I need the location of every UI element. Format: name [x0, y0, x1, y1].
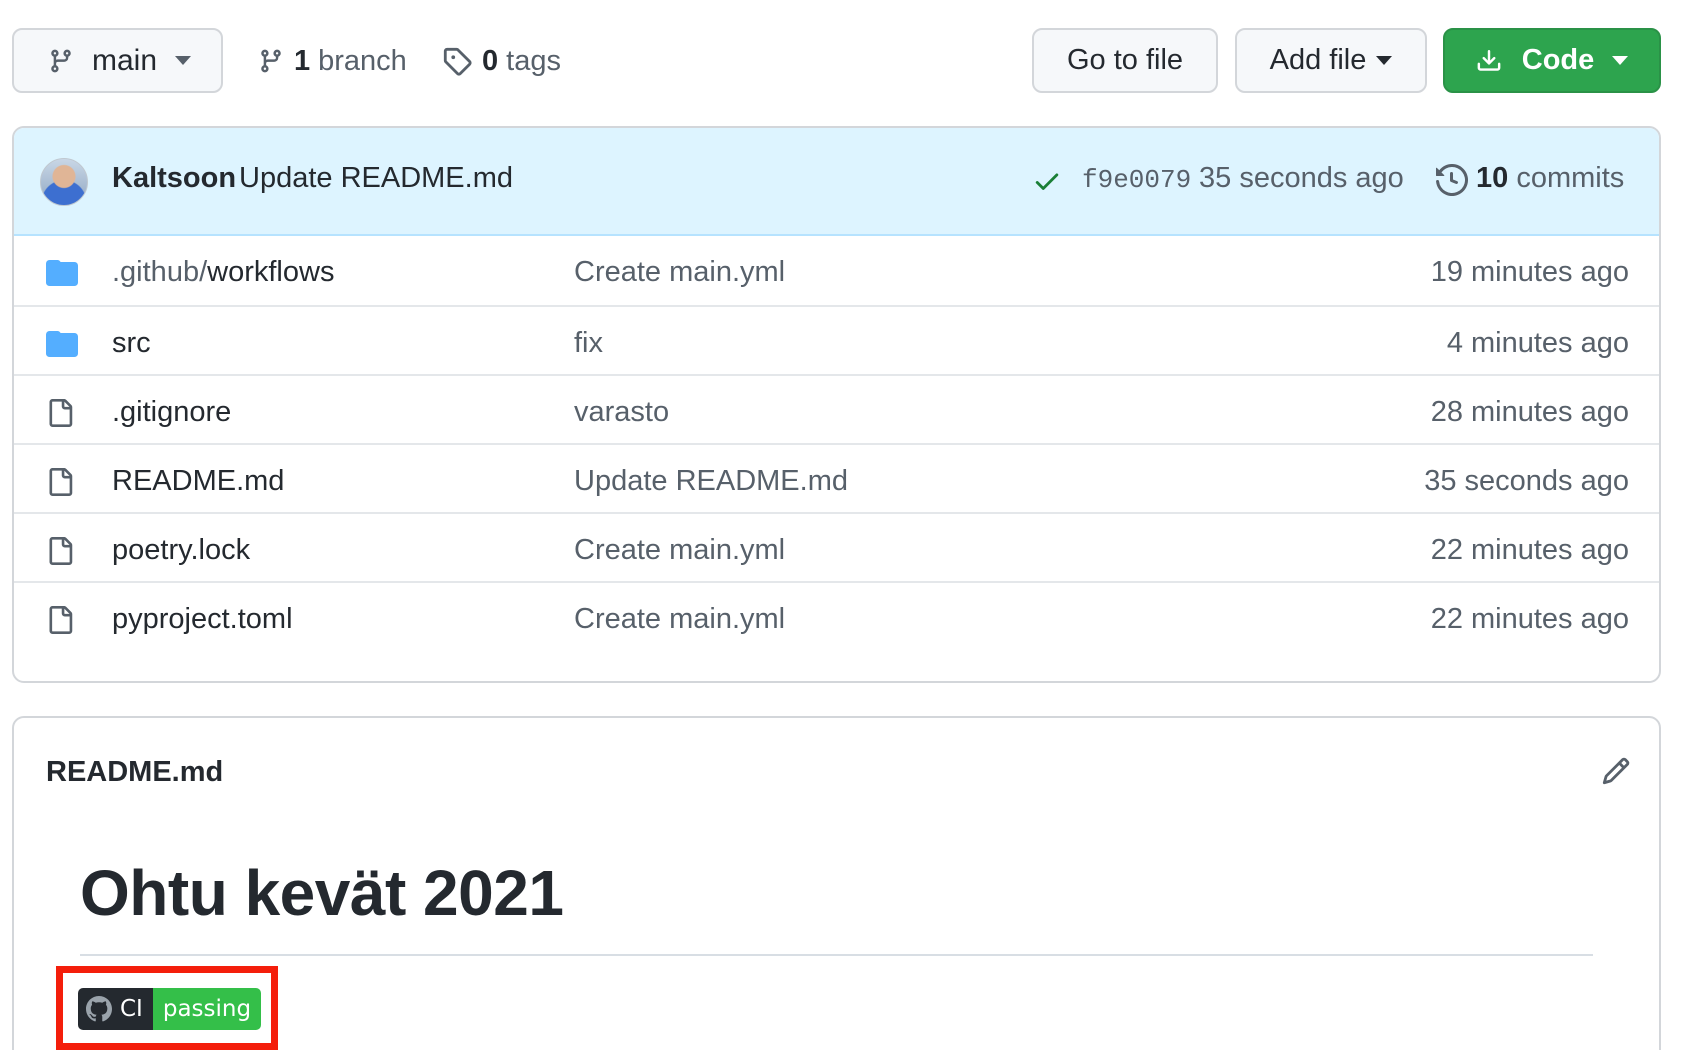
folder-icon-wrap: [46, 329, 78, 362]
file-row[interactable]: README.md Update README.md 35 seconds ago: [14, 443, 1659, 517]
pencil-icon[interactable]: [1601, 756, 1631, 786]
avatar[interactable]: [40, 158, 88, 206]
file-commit-message[interactable]: Update README.md: [574, 465, 848, 498]
caret-down-icon: [175, 56, 192, 65]
go-to-file-button[interactable]: Go to file: [1032, 28, 1218, 93]
file-icon: [49, 468, 73, 496]
branch-name: main: [92, 43, 158, 77]
file-commit-age: 19 minutes ago: [1430, 256, 1629, 288]
commits-link[interactable]: 10 commits: [1476, 162, 1624, 195]
file-name-link[interactable]: README.md: [112, 465, 284, 498]
file-icon-wrap: [46, 605, 74, 640]
file-icon-wrap: [46, 536, 74, 571]
heading-divider: [80, 954, 1593, 956]
badge-left: CI: [78, 988, 153, 1030]
badge-status: passing: [152, 988, 262, 1030]
branch-select-button[interactable]: main: [12, 28, 223, 93]
readme-filename: README.md: [46, 756, 224, 788]
ci-status-badge[interactable]: CI passing: [78, 988, 262, 1030]
file-row[interactable]: .github/workflows Create main.yml 19 minut…: [14, 236, 1659, 310]
tag-count: 0: [482, 44, 499, 77]
commit-time: 35 seconds ago: [1199, 162, 1404, 194]
file-name-link[interactable]: .gitignore: [112, 396, 231, 429]
file-row[interactable]: src fix 4 minutes ago: [14, 305, 1659, 379]
file-commit-age: 22 minutes ago: [1430, 603, 1629, 635]
tag-label: tags: [506, 44, 561, 77]
add-file-button[interactable]: Add file: [1235, 28, 1427, 93]
history-icon: [1436, 164, 1468, 196]
download-icon: [1477, 49, 1501, 71]
file-commit-age: 22 minutes ago: [1430, 534, 1629, 566]
git-branch-icon: [261, 49, 281, 73]
file-browser: Kaltsoon Update README.md f9e0079 35 sec…: [12, 126, 1661, 683]
code-label: Code: [1521, 44, 1595, 76]
commit-author[interactable]: Kaltsoon: [112, 162, 236, 195]
file-name-link[interactable]: poetry.lock: [112, 534, 250, 567]
go-to-file-label: Go to file: [1066, 44, 1184, 76]
file-icon: [49, 399, 73, 427]
file-icon-wrap: [46, 467, 74, 502]
caret-down-icon: [1376, 56, 1393, 65]
badge-workflow-name: CI: [120, 996, 143, 1022]
file-name: README.md: [112, 465, 285, 497]
commit-label: commits: [1516, 162, 1625, 194]
code-button[interactable]: Code: [1443, 28, 1661, 93]
caret-down-icon: [1612, 56, 1629, 65]
file-commit-message[interactable]: Create main.yml: [574, 603, 785, 636]
git-branch-icon: [51, 49, 71, 72]
github-icon: [86, 996, 112, 1022]
folder-icon: [46, 331, 78, 357]
commit-message[interactable]: Update README.md: [239, 162, 513, 195]
file-commit-message[interactable]: Create main.yml: [574, 534, 785, 567]
file-name-link[interactable]: src: [112, 327, 151, 360]
file-commit-age: 35 seconds ago: [1424, 465, 1629, 497]
add-file-label: Add file: [1269, 44, 1367, 76]
file-commit-age: 4 minutes ago: [1446, 327, 1629, 359]
file-row[interactable]: .gitignore varasto 28 minutes ago: [14, 374, 1659, 448]
file-row[interactable]: poetry.lock Create main.yml 22 minutes ago: [14, 512, 1659, 586]
file-icon-wrap: [46, 398, 74, 433]
file-name: pyproject.toml: [112, 603, 293, 635]
file-name-prefix: .github/: [112, 256, 208, 288]
check-icon[interactable]: [1032, 166, 1062, 196]
file-commit-message[interactable]: Create main.yml: [574, 256, 785, 289]
file-name: workflows: [207, 256, 335, 288]
file-name: poetry.lock: [112, 534, 251, 566]
file-icon: [49, 537, 73, 565]
file-name: src: [112, 327, 151, 359]
branches-link[interactable]: 1 branch: [258, 36, 407, 86]
branch-count: 1: [294, 44, 311, 77]
branch-label: branch: [318, 44, 407, 77]
folder-icon: [46, 260, 78, 286]
tag-icon: [443, 47, 472, 76]
file-name-link[interactable]: pyproject.toml: [112, 603, 293, 636]
file-row[interactable]: pyproject.toml Create main.yml 22 minutes …: [14, 581, 1659, 655]
tags-link[interactable]: 0 tags: [442, 36, 561, 86]
file-icon: [49, 606, 73, 634]
file-name-link[interactable]: .github/workflows: [112, 256, 334, 289]
folder-icon-wrap: [46, 258, 78, 291]
readme-heading: Ohtu kevät 2021: [80, 857, 564, 929]
file-commit-message[interactable]: varasto: [574, 396, 669, 429]
commit-sha[interactable]: f9e0079: [1082, 165, 1191, 195]
file-commit-message[interactable]: fix: [574, 327, 603, 360]
commit-count: 10: [1476, 162, 1509, 194]
latest-commit-bar: Kaltsoon Update README.md f9e0079 35 sec…: [14, 128, 1659, 236]
file-name: .gitignore: [112, 396, 232, 428]
file-commit-age: 28 minutes ago: [1430, 396, 1629, 428]
